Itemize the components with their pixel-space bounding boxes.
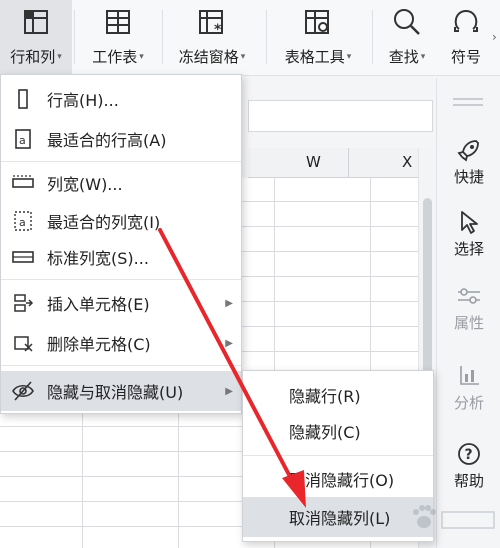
help-icon: ? [456,440,482,468]
worksheet-icon [102,4,134,40]
analysis-button[interactable]: 分析 [437,362,500,413]
row-column-menu: 行高(H)... a 最适合的行高(A) 列宽(W)... a 最适合的列宽(I… [0,74,242,414]
menu-item-delete-cells[interactable]: 删除单元格(C) ▶ [1,323,241,363]
search-icon [391,4,423,40]
menu-item-hide-row[interactable]: 隐藏行(R) [243,375,433,415]
column-header-x[interactable]: X [402,153,412,171]
worksheet-button[interactable]: 工作表 ▾ [78,0,158,74]
table-tools-icon [302,4,334,40]
analysis-icon [457,362,481,390]
rocket-icon [456,136,482,164]
column-width-icon [11,171,35,195]
svg-text:a: a [19,216,26,229]
menu-item-hide-unhide[interactable]: 隐藏与取消隐藏(U) ▶ [1,371,241,411]
hide-unhide-submenu: 隐藏行(R) 隐藏列(C) 取消隐藏行(O) 取消隐藏列(L) [242,370,434,542]
delete-cells-icon [11,331,35,355]
menu-item-autofit-column[interactable]: a 最适合的列宽(I) [1,201,241,241]
autofit-row-icon: a [11,127,35,151]
watermark-logo [413,505,495,529]
quick-button[interactable]: 快捷 [437,136,500,187]
ribbon-toolbar: 行和列 ▾ 工作表 ▾ * 冻结窗格 ▾ 表格工具 ▾ 查找 ▾ 符号 › [0,0,500,76]
row-column-button[interactable]: 行和列 ▾ [0,0,72,74]
menu-item-unhide-column[interactable]: 取消隐藏列(L) [243,497,433,537]
freeze-panes-button[interactable]: * 冻结窗格 ▾ [166,0,258,74]
menu-item-column-width[interactable]: 列宽(W)... [1,163,241,203]
row-height-icon [11,87,35,111]
table-tools-button[interactable]: 表格工具 ▾ [270,0,366,74]
standard-width-icon [11,245,35,269]
menu-item-autofit-row[interactable]: a 最适合的行高(A) [1,119,241,159]
eye-hidden-icon [11,379,35,403]
properties-icon [456,282,482,310]
formula-bar[interactable] [248,100,433,132]
help-button[interactable]: ? 帮助 [437,440,500,491]
cursor-icon [457,208,481,236]
menu-item-standard-width[interactable]: 标准列宽(S)... [1,237,241,277]
svg-text:*: * [214,22,222,36]
properties-button[interactable]: 属性 [437,282,500,333]
submenu-arrow-icon: ▶ [225,337,233,349]
ribbon-scroll-right-icon[interactable]: › [492,30,497,44]
svg-text:a: a [19,134,26,147]
submenu-arrow-icon: ▶ [225,385,233,397]
task-pane: 快捷 选择 属性 分析 ? 帮助 [436,78,500,548]
column-header-bar: W X [248,148,418,178]
autofit-column-icon: a [11,209,35,233]
menu-item-insert-cells[interactable]: 插入单元格(E) ▶ [1,283,241,323]
freeze-panes-icon: * [196,4,228,40]
menu-item-unhide-row[interactable]: 取消隐藏行(O) [243,459,433,499]
column-header-w[interactable]: W [306,153,321,171]
submenu-arrow-icon: ▶ [225,297,233,309]
menu-item-hide-column[interactable]: 隐藏列(C) [243,411,433,451]
find-button[interactable]: 查找 ▾ [376,0,438,74]
menu-item-row-height[interactable]: 行高(H)... [1,79,241,119]
symbol-icon [450,4,482,40]
symbol-button[interactable]: 符号 [440,0,492,74]
svg-text:?: ? [465,447,473,463]
select-button[interactable]: 选择 [437,208,500,259]
insert-cells-icon [11,291,35,315]
row-column-icon [20,4,52,40]
